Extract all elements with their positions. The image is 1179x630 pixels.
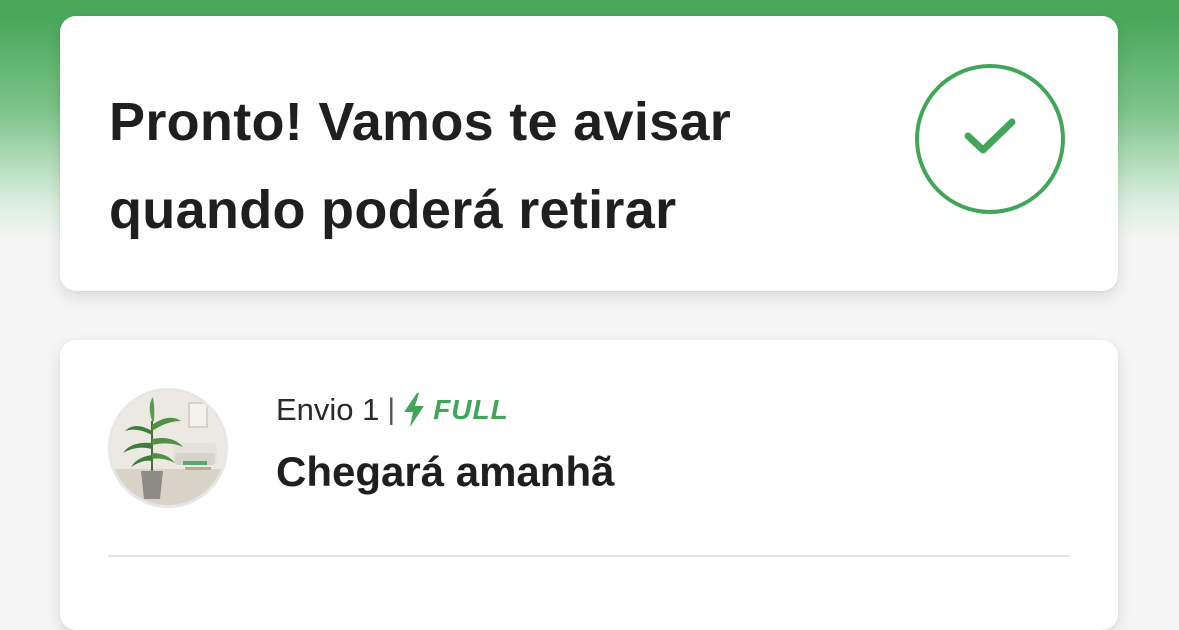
- success-card: Pronto! Vamos te avisar quando poderá re…: [60, 16, 1118, 291]
- lightning-bolt-icon: [404, 393, 425, 427]
- delivery-estimate: Chegará amanhã: [276, 448, 615, 495]
- divider: [108, 555, 1070, 557]
- plant-image: [111, 391, 225, 505]
- success-check-icon: [915, 64, 1065, 214]
- full-badge: FULL: [433, 394, 509, 425]
- separator: |: [387, 393, 396, 426]
- shipment-meta: Envio 1 | FULL: [276, 390, 509, 430]
- product-thumbnail: [108, 388, 228, 508]
- shipment-card[interactable]: Envio 1 | FULL Chegará amanhã: [60, 340, 1118, 630]
- check-icon: [964, 118, 1016, 154]
- success-title: Pronto! Vamos te avisar quando poderá re…: [109, 92, 732, 240]
- shipment-label: Envio 1: [276, 392, 380, 427]
